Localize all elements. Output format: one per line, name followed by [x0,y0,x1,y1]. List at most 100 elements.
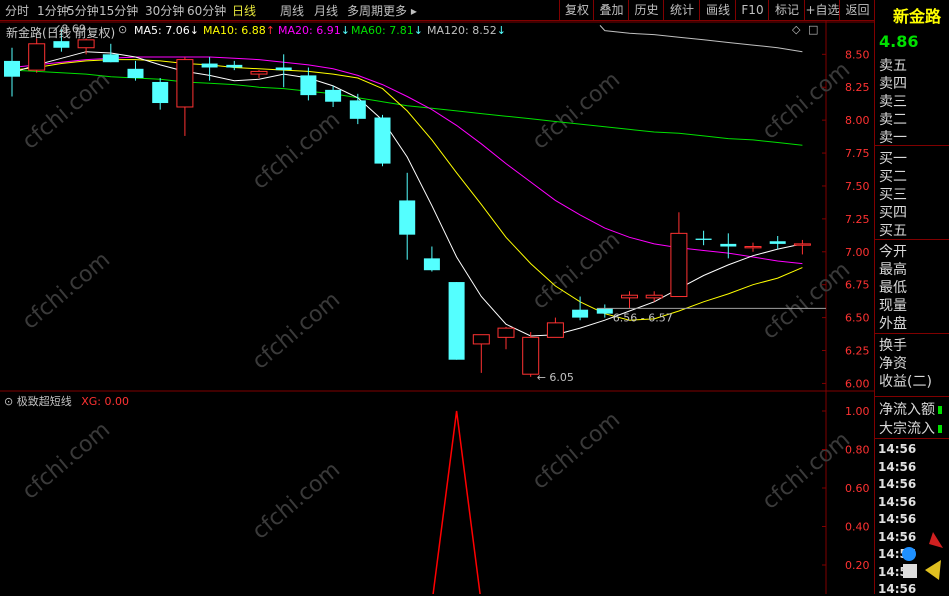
toolbar-button-8[interactable]: 返回 [839,0,875,20]
low-label: ← 6.05 [537,371,574,384]
tick-time-2: 14:56 [878,477,917,491]
buy-level-0: 买一 [879,151,907,167]
sell-level-2: 卖三 [879,94,907,110]
price-tick-label-9: 6.25 [845,345,870,358]
toolbar-button-4[interactable]: 画线 [699,0,736,20]
watermark-6: cfchi.com [528,227,625,314]
candle-body-20 [497,327,515,338]
chart-window-icon[interactable]: □ [808,23,818,36]
chart-stock-name: 新金路(日线 前复权) [6,24,115,41]
candle-body-1 [28,43,46,71]
flow-1: 大宗流入 [879,418,942,438]
flow-0: 净流入额 [879,399,942,419]
ma10-label: MA10: 6.88↑ [203,24,275,37]
sell-level-0: 卖五 [879,58,907,74]
tick-time-4: 14:56 [878,512,917,526]
toolbar-button-7[interactable]: +自选 [804,0,840,20]
floating-assistant-icon[interactable] [899,530,943,590]
stat-6: 净资 [879,356,907,372]
period-toolbar: 分时 1分钟 5分钟 15分钟 30分钟 60分钟 日线 周线 月线 多周期 更多 ▸ 复权 叠加 历史统… [0,0,874,21]
ma120-label: MA120: 8.52↓ [427,24,506,37]
indicator-header: ⊙ 极致超短线 XG: 0.00 [4,393,129,409]
candle-body-8 [201,63,218,68]
candle-body-31 [769,241,786,244]
candle-body-27 [670,232,688,298]
ma60-line [11,69,803,146]
indicator-name: 极致超短线 [16,395,72,408]
period-5[interactable]: 60分钟 [187,2,226,19]
price-tick-label-10: 6.00 [845,377,870,390]
candle-body-14 [349,100,366,119]
period-1[interactable]: 1分钟 [37,2,69,19]
buy-level-4: 买五 [879,223,907,239]
candle-body-0 [4,60,20,77]
candle-body-10 [250,70,268,75]
toolbar-button-3[interactable]: 统计 [663,0,700,20]
panel-separator [875,145,949,146]
watermark-5: cfchi.com [248,287,345,374]
indicator-value: XG: 0.00 [81,395,129,408]
candle-body-29 [720,243,737,247]
panel-stock-name: 新金路 [893,7,942,26]
adjust-mode-text: (日线 前复权) [42,26,116,40]
stat-3: 现量 [879,298,907,314]
range-label: 6.56 - 6.57 [613,312,673,325]
ind-tick-label-3: 0.40 [845,521,870,534]
toolbar-button-1[interactable]: 叠加 [593,0,629,20]
buy-level-2: 买三 [879,187,907,203]
candle-body-3 [77,39,95,49]
candle-body-21 [522,336,540,375]
candle-body-18 [448,282,465,360]
candle-body-22 [546,322,564,338]
period-7[interactable]: 周线 [280,2,304,19]
candle-body-12 [300,75,317,96]
period-6[interactable]: 日线 [232,2,256,19]
price-tick-label-4: 7.50 [845,180,870,193]
sell-level-4: 卖一 [879,130,907,146]
watermark-2: cfchi.com [528,67,625,154]
period-2[interactable]: 5分钟 [67,2,99,19]
candle-body-6 [152,81,169,104]
price-tick-label-0: 8.50 [845,48,870,61]
ma5-label: MA5: 7.06↓ [134,24,199,37]
period-0[interactable]: 分时 [5,2,29,19]
chart-diamond-icon[interactable]: ◇ [792,23,800,36]
price-tick-label-8: 6.50 [845,312,870,325]
watermark-10: cfchi.com [528,407,625,494]
candle-body-32 [793,243,811,246]
candle-body-25 [621,294,638,299]
candle-body-9 [226,64,243,68]
period-8[interactable]: 月线 [314,2,338,19]
toolbar-button-2[interactable]: 历史 [628,0,664,20]
candle-body-5 [127,68,144,79]
indicator-settings-icon[interactable]: ⊙ [4,395,13,408]
panel-separator-5 [875,438,949,439]
period-3[interactable]: 15分钟 [99,2,138,19]
candle-body-26 [645,294,663,299]
period-4[interactable]: 30分钟 [145,2,184,19]
candle-body-17 [423,258,440,271]
toolbar-button-6[interactable]: 标记 [768,0,805,20]
buy-level-1: 买二 [879,169,907,185]
chart-settings-icon[interactable]: ⊙ [118,23,127,36]
price-tick-label-3: 7.75 [845,147,870,160]
ma120-line [599,25,803,53]
tick-time-1: 14:56 [878,459,917,474]
period-10[interactable]: 更多 ▸ [383,2,417,19]
stat-1: 最高 [879,262,907,278]
candle-body-4 [102,54,119,63]
panel-price: 4.86 [879,32,919,51]
candle-body-23 [572,309,589,318]
stock-name-text: 新金路 [6,26,43,40]
candle-body-24 [596,308,613,314]
watermark-9: cfchi.com [248,457,345,544]
watermark-0: cfchi.com [18,67,115,154]
sell-level-3: 卖二 [879,112,907,128]
panel-separator-3 [875,333,949,334]
candle-body-16 [399,200,416,235]
tick-time-3: 14:56 [878,494,917,509]
toolbar-button-0[interactable]: 复权 [559,0,594,20]
period-9[interactable]: 多周期 [347,2,383,19]
panel-separator-2 [875,239,949,240]
toolbar-button-5[interactable]: F10 [735,0,769,20]
